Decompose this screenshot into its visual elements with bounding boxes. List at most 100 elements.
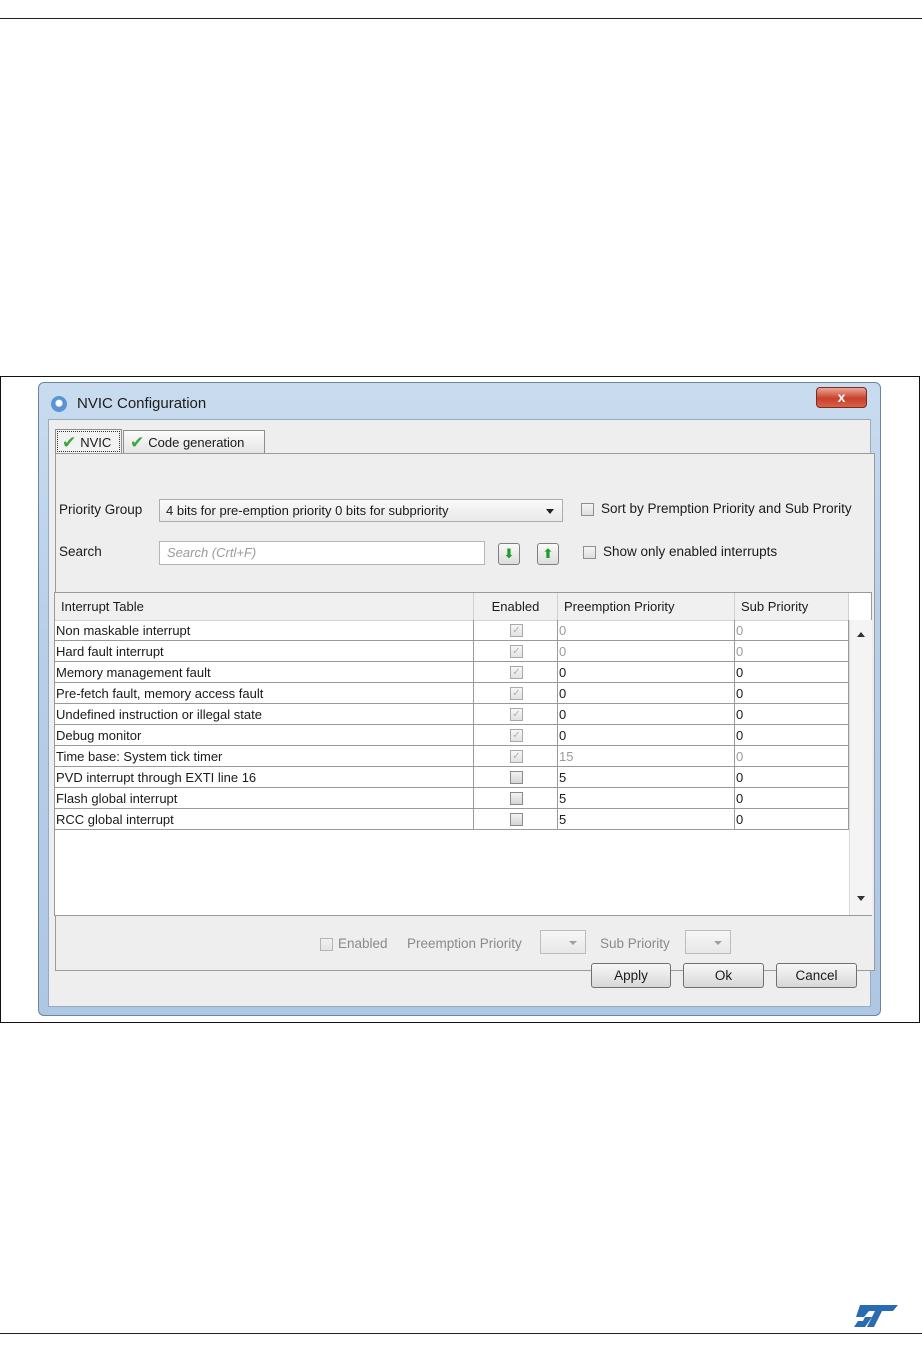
sub-priority-cell[interactable]: 0 xyxy=(735,809,849,830)
sub-priority-cell[interactable]: 0 xyxy=(735,683,849,704)
app-icon xyxy=(51,396,67,412)
enabled-checkbox: ✓ xyxy=(510,750,523,763)
column-header-enabled[interactable]: Enabled xyxy=(474,593,558,620)
table-row[interactable]: Hard fault interrupt ✓ 0 0 xyxy=(55,641,849,662)
column-header-preemption[interactable]: Preemption Priority xyxy=(558,593,735,620)
nvic-panel: Priority Group 4 bits for pre-emption pr… xyxy=(54,453,875,971)
enabled-cell: ✓ xyxy=(474,620,558,641)
tab-code-generation[interactable]: ✔ Code generation xyxy=(123,430,265,453)
enabled-cell: ✓ xyxy=(474,725,558,746)
show-enabled-checkbox[interactable] xyxy=(583,546,596,559)
enabled-checkbox: ✓ xyxy=(510,708,523,721)
scroll-up-icon[interactable] xyxy=(857,632,865,637)
sub-priority-cell[interactable]: 0 xyxy=(735,767,849,788)
table-row[interactable]: Pre-fetch fault, memory access fault ✓ 0 0 xyxy=(55,683,849,704)
dialog-title: NVIC Configuration xyxy=(77,395,207,412)
sub-priority-cell[interactable]: 0 xyxy=(735,641,849,662)
enabled-cell xyxy=(474,788,558,809)
sub-priority-cell[interactable]: 0 xyxy=(735,725,849,746)
interrupt-name-cell: Pre-fetch fault, memory access fault xyxy=(55,683,474,704)
enabled-cell: ✓ xyxy=(474,662,558,683)
sub-priority-cell[interactable]: 0 xyxy=(735,788,849,809)
interrupt-name-cell: Hard fault interrupt xyxy=(55,641,474,662)
search-next-button[interactable]: ⬇ xyxy=(498,543,520,565)
enabled-cell: ✓ xyxy=(474,704,558,725)
enabled-checkbox: ✓ xyxy=(510,624,523,637)
arrow-up-icon: ⬆ xyxy=(542,546,554,561)
show-enabled-label: Show only enabled interrupts xyxy=(603,544,778,559)
interrupt-name-cell: Non maskable interrupt xyxy=(55,620,474,641)
preemption-priority-cell[interactable]: 0 xyxy=(558,620,735,641)
ok-button[interactable]: Ok xyxy=(683,963,764,988)
search-label: Search xyxy=(59,544,102,559)
priority-group-select[interactable]: 4 bits for pre-emption priority 0 bits f… xyxy=(159,499,563,522)
enabled-checkbox: ✓ xyxy=(510,729,523,742)
enabled-cell: ✓ xyxy=(474,746,558,767)
sub-priority-cell[interactable]: 0 xyxy=(735,746,849,767)
close-icon: x xyxy=(837,389,846,405)
interrupt-name-cell: Undefined instruction or illegal state xyxy=(55,704,474,725)
preemption-priority-cell[interactable]: 0 xyxy=(558,662,735,683)
table-row[interactable]: RCC global interrupt 5 0 xyxy=(55,809,849,830)
preemption-label-bottom: Preemption Priority xyxy=(407,936,522,951)
table-row[interactable]: PVD interrupt through EXTI line 16 5 0 xyxy=(55,767,849,788)
enabled-checkbox: ✓ xyxy=(510,645,523,658)
search-input[interactable]: Search (Crtl+F) xyxy=(159,541,485,565)
preemption-priority-cell[interactable]: 0 xyxy=(558,704,735,725)
column-header-interrupt[interactable]: Interrupt Table xyxy=(55,593,474,620)
sub-priority-cell[interactable]: 0 xyxy=(735,662,849,683)
table-row[interactable]: Time base: System tick timer ✓ 15 0 xyxy=(55,746,849,767)
table-row[interactable]: Memory management fault ✓ 0 0 xyxy=(55,662,849,683)
search-previous-button[interactable]: ⬆ xyxy=(537,543,559,565)
tab-nvic-label: NVIC xyxy=(80,434,112,450)
green-check-icon: ✔ xyxy=(130,432,145,452)
close-button[interactable]: x xyxy=(816,387,867,408)
interrupt-name-cell: RCC global interrupt xyxy=(55,809,474,830)
enabled-cell xyxy=(474,809,558,830)
interrupt-table: Interrupt Table Enabled Preemption Prior… xyxy=(54,592,872,916)
enabled-checkbox[interactable] xyxy=(510,792,523,805)
priority-group-value: 4 bits for pre-emption priority 0 bits f… xyxy=(166,503,449,518)
chevron-down-icon xyxy=(714,941,722,945)
sub-priority-cell[interactable]: 0 xyxy=(735,620,849,641)
interrupt-name-cell: PVD interrupt through EXTI line 16 xyxy=(55,767,474,788)
preemption-priority-cell[interactable]: 0 xyxy=(558,641,735,662)
preemption-priority-cell[interactable]: 5 xyxy=(558,767,735,788)
vertical-scrollbar[interactable] xyxy=(849,620,872,915)
preemption-priority-select[interactable] xyxy=(540,930,586,954)
tab-nvic[interactable]: ✔ NVIC xyxy=(55,429,122,454)
column-header-sub-priority[interactable]: Sub Priority xyxy=(735,593,849,620)
preemption-priority-cell[interactable]: 0 xyxy=(558,725,735,746)
enabled-cell: ✓ xyxy=(474,683,558,704)
sub-priority-cell[interactable]: 0 xyxy=(735,704,849,725)
interrupt-name-cell: Memory management fault xyxy=(55,662,474,683)
table-row[interactable]: Flash global interrupt 5 0 xyxy=(55,788,849,809)
preemption-priority-cell[interactable]: 5 xyxy=(558,788,735,809)
green-check-icon: ✔ xyxy=(62,432,77,452)
enabled-cell: ✓ xyxy=(474,641,558,662)
table-row[interactable]: Undefined instruction or illegal state ✓ 0… xyxy=(55,704,849,725)
tab-code-generation-label: Code generation xyxy=(148,434,245,450)
enabled-checkbox-bottom[interactable] xyxy=(320,938,333,951)
interrupt-name-cell: Debug monitor xyxy=(55,725,474,746)
sub-priority-select[interactable] xyxy=(685,930,731,954)
page-top-rule xyxy=(0,18,922,19)
scroll-down-icon[interactable] xyxy=(857,896,865,901)
search-placeholder: Search (Crtl+F) xyxy=(167,545,257,560)
priority-group-label: Priority Group xyxy=(59,502,143,517)
interrupt-name-cell: Flash global interrupt xyxy=(55,788,474,809)
preemption-priority-cell[interactable]: 0 xyxy=(558,683,735,704)
table-row[interactable]: Non maskable interrupt ✓ 0 0 xyxy=(55,620,849,641)
nvic-configuration-dialog: NVIC Configuration x ✔ NVIC ✔ Code gener… xyxy=(38,382,881,1016)
preemption-priority-cell[interactable]: 15 xyxy=(558,746,735,767)
preemption-priority-cell[interactable]: 5 xyxy=(558,809,735,830)
apply-button[interactable]: Apply xyxy=(591,963,671,988)
sort-checkbox[interactable] xyxy=(581,503,594,516)
enabled-checkbox[interactable] xyxy=(510,771,523,784)
table-row[interactable]: Debug monitor ✓ 0 0 xyxy=(55,725,849,746)
enabled-label-bottom: Enabled xyxy=(338,936,388,951)
table-header: Interrupt Table Enabled Preemption Prior… xyxy=(55,593,849,621)
dialog-client: ✔ NVIC ✔ Code generation Priority Group … xyxy=(48,419,875,1007)
cancel-button[interactable]: Cancel xyxy=(776,963,857,988)
enabled-checkbox[interactable] xyxy=(510,813,523,826)
